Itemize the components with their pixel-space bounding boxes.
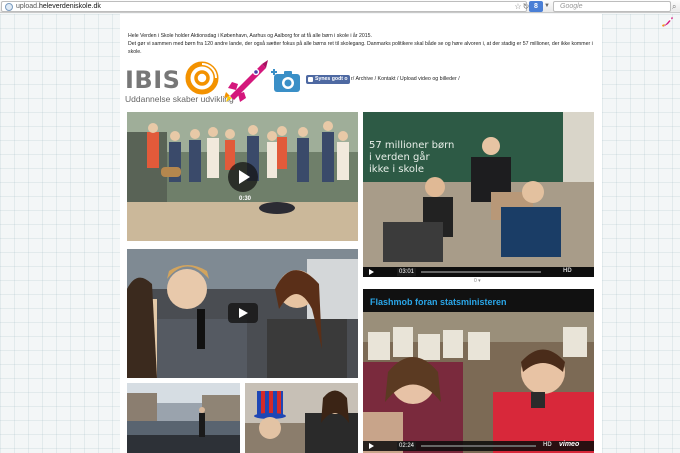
intro-text: Hele Verden i Skole holder Aktionsdag i …	[128, 32, 598, 56]
video-tile-flashmob[interactable]: 02:24 HD vimeo	[363, 289, 594, 453]
progress-track[interactable]	[421, 271, 541, 273]
play-icon[interactable]	[228, 303, 258, 323]
ibis-logo[interactable]: IBIS	[125, 67, 185, 93]
nav-prefix: r/	[351, 76, 355, 82]
rocket-icon[interactable]	[660, 14, 676, 30]
video-time: 03:01	[397, 268, 417, 276]
video-tile-interview[interactable]	[127, 249, 358, 378]
intro-line-1: Hele Verden i Skole holder Aktionsdag i …	[128, 33, 372, 39]
nav-link-upload[interactable]: Upload video og billeder	[400, 76, 457, 82]
play-icon[interactable]	[228, 162, 258, 192]
facebook-like-button[interactable]: Synes godt o	[306, 75, 350, 84]
video-title-flashmob[interactable]: Flashmob foran statsministeren	[363, 292, 594, 312]
play-icon[interactable]	[369, 443, 374, 449]
video-thumbnail: 57 millioner børn i verden går ikke i sk…	[363, 112, 594, 267]
video-thumbnail	[363, 312, 594, 453]
hd-toggle[interactable]: HD	[543, 442, 552, 448]
thumbs-up-icon	[308, 77, 313, 82]
video-tile-children-singing[interactable]: 0:30	[127, 112, 358, 241]
chevron-down-icon[interactable]: ▼	[544, 1, 552, 12]
search-icon[interactable]: ⌕	[672, 1, 680, 12]
globe-icon	[5, 3, 13, 11]
video-duration: 0:30	[239, 196, 252, 202]
url-prefix: upload.	[16, 3, 39, 10]
search-engine-icon[interactable]: 8	[529, 1, 543, 12]
progress-track[interactable]	[421, 445, 536, 447]
slide-text-2: i verden går	[369, 150, 430, 163]
nav-suffix: /	[456, 76, 460, 82]
vimeo-logo[interactable]: vimeo	[559, 441, 579, 448]
browser-toolbar: upload.heleverdeniskole.dk ☆ ↻ 8 ▼ Googl…	[0, 0, 680, 13]
hd-toggle[interactable]: HD	[563, 268, 572, 274]
slide-text-3: ikke i skole	[369, 164, 424, 175]
url-domain: heleverdeniskole.dk	[38, 3, 101, 10]
slide-text-1: 57 millioner børn	[369, 140, 454, 151]
video-tile-classroom[interactable]: 57 millioner børn i verden går ikke i sk…	[363, 112, 594, 277]
intro-line-3: skole.	[128, 49, 142, 55]
camera-upload-icon[interactable]	[270, 66, 302, 94]
video-time: 02:24	[397, 442, 417, 450]
video-tile-hat[interactable]	[245, 383, 358, 453]
video-controls: 03:01 HD	[363, 267, 594, 277]
rocket-logo-icon[interactable]	[222, 58, 272, 102]
nav-link-archive[interactable]: Archive	[355, 76, 373, 82]
like-button-label: Synes godt o	[315, 76, 348, 82]
video-thumbnail	[127, 383, 240, 453]
intro-line-2: Det gør vi sammen med børn fra 120 andre…	[128, 41, 593, 47]
video-tile-street-show[interactable]	[127, 383, 240, 453]
search-input[interactable]: Google	[553, 1, 671, 12]
comment-count[interactable]: 0 ▾	[474, 278, 481, 284]
ibis-swirl-icon	[185, 61, 219, 95]
video-thumbnail	[245, 383, 358, 453]
video-controls: 02:24 HD vimeo	[363, 441, 594, 451]
nav-links: r/ Archive / Kontakt / Upload video og b…	[351, 75, 460, 84]
nav-link-kontakt[interactable]: Kontakt	[378, 76, 396, 82]
address-bar[interactable]: upload.heleverdeniskole.dk	[1, 1, 527, 12]
play-icon[interactable]	[369, 269, 374, 275]
